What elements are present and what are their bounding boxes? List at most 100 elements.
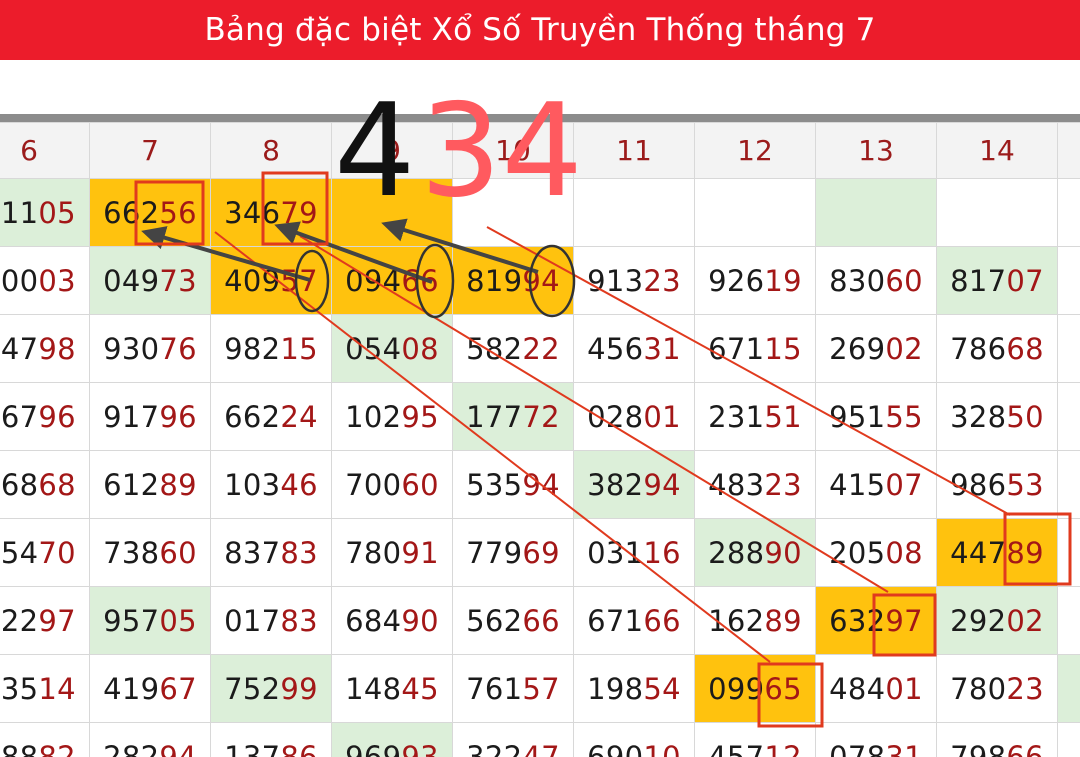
result-cell: 32247 xyxy=(452,722,574,757)
result-cell: 02801 xyxy=(573,382,695,451)
result-tail-digits: 46 xyxy=(280,467,318,502)
page-title: Bảng đặc biệt Xổ Số Truyền Thống tháng 7 xyxy=(204,12,876,48)
col-header-day: 12 xyxy=(694,122,816,179)
result-tail-digits: 12 xyxy=(764,739,802,757)
result-tail-digits: 15 xyxy=(280,331,318,366)
result-head-digits: 254 xyxy=(0,535,39,570)
result-cell: 13786 xyxy=(210,722,332,757)
result-head-digits: 700 xyxy=(345,467,402,502)
result-cell xyxy=(1057,382,1080,451)
result-tail-digits: 65 xyxy=(764,671,802,706)
result-tail-digits: 53 xyxy=(1006,467,1044,502)
result-cell: 12297 xyxy=(0,586,90,655)
result-cell: 96796 xyxy=(0,382,90,451)
result-tail-digits: 90 xyxy=(401,603,439,638)
result-cell: 4 xyxy=(1057,246,1080,315)
result-head-digits: 913 xyxy=(587,263,644,298)
result-head-digits: 982 xyxy=(224,331,281,366)
result-tail-digits: 83 xyxy=(280,603,318,638)
result-cell: 00003 xyxy=(0,246,90,315)
result-tail-digits: 50 xyxy=(1006,399,1044,434)
result-tail-digits: 82 xyxy=(38,739,76,757)
result-head-digits: 917 xyxy=(103,399,160,434)
result-cell: 58222 xyxy=(452,314,574,383)
result-tail-digits: 24 xyxy=(280,399,318,434)
result-cell: 67166 xyxy=(573,586,695,655)
result-tail-digits: 60 xyxy=(159,535,197,570)
result-cell: 81707 xyxy=(936,246,1058,315)
result-tail-digits: 89 xyxy=(764,603,802,638)
result-tail-digits: 47 xyxy=(522,739,560,757)
table-row: 2547073860837837809177969031162889020508… xyxy=(0,518,1080,587)
result-cell: 44789 xyxy=(936,518,1058,587)
result-cell: 81994 xyxy=(452,246,574,315)
result-cell: 96993 xyxy=(331,722,453,757)
result-head-digits: 671 xyxy=(708,331,765,366)
result-tail-digits: 97 xyxy=(885,603,923,638)
result-tail-digits: 66 xyxy=(643,603,681,638)
result-cell: 16289 xyxy=(694,586,816,655)
result-cell: 61289 xyxy=(89,450,211,519)
result-cell: 34679 xyxy=(210,178,332,247)
result-tail-digits: 76 xyxy=(159,331,197,366)
result-cell: 63297 xyxy=(815,586,937,655)
result-cell: 88882 xyxy=(0,722,90,757)
result-head-digits: 612 xyxy=(103,467,160,502)
result-cell: 95705 xyxy=(89,586,211,655)
result-cell xyxy=(1057,722,1080,757)
result-cell: 78668 xyxy=(936,314,1058,383)
result-tail-digits: 66 xyxy=(401,263,439,298)
result-head-digits: 456 xyxy=(587,331,644,366)
result-cell: 93076 xyxy=(89,314,211,383)
result-tail-digits: 51 xyxy=(764,399,802,434)
result-tail-digits: 14 xyxy=(38,671,76,706)
result-cell: 45631 xyxy=(573,314,695,383)
result-head-digits: 231 xyxy=(708,399,765,434)
result-tail-digits: 86 xyxy=(280,739,318,757)
result-cell: 79866 xyxy=(936,722,1058,757)
result-cell: 07831 xyxy=(815,722,937,757)
col-header-day: 8 xyxy=(210,122,332,179)
result-cell: 66256 xyxy=(89,178,211,247)
result-tail-digits: 70 xyxy=(38,535,76,570)
result-head-digits: 054 xyxy=(345,331,402,366)
result-head-digits: 000 xyxy=(0,263,39,298)
result-tail-digits: 08 xyxy=(401,331,439,366)
result-tail-digits: 60 xyxy=(401,467,439,502)
result-cell xyxy=(573,178,695,247)
result-cell: 28890 xyxy=(694,518,816,587)
result-head-digits: 094 xyxy=(345,263,402,298)
result-head-digits: 103 xyxy=(224,467,281,502)
result-cell xyxy=(1057,518,1080,587)
result-tail-digits: 01 xyxy=(643,399,681,434)
result-head-digits: 738 xyxy=(103,535,160,570)
result-tail-digits: 07 xyxy=(1006,263,1044,298)
result-head-digits: 967 xyxy=(0,399,39,434)
result-head-digits: 148 xyxy=(345,671,402,706)
col-header-day: 13 xyxy=(815,122,937,179)
result-cell: 29202 xyxy=(936,586,1058,655)
table-row: 1229795705017836849056266671661628963297… xyxy=(0,586,1080,655)
result-tail-digits: 94 xyxy=(643,467,681,502)
result-head-digits: 409 xyxy=(224,263,281,298)
result-head-digits: 269 xyxy=(829,331,886,366)
result-cell: 76157 xyxy=(452,654,574,723)
result-cell: 83060 xyxy=(815,246,937,315)
result-cell: 0 xyxy=(1057,314,1080,383)
result-cell: 56266 xyxy=(452,586,574,655)
result-tail-digits: 99 xyxy=(280,671,318,706)
result-head-digits: 484 xyxy=(829,671,886,706)
result-cell: 20508 xyxy=(815,518,937,587)
result-head-digits: 798 xyxy=(950,739,1007,757)
result-head-digits: 632 xyxy=(829,603,886,638)
result-head-digits: 957 xyxy=(103,603,160,638)
result-head-digits: 288 xyxy=(708,535,765,570)
result-head-digits: 780 xyxy=(345,535,402,570)
result-head-digits: 671 xyxy=(587,603,644,638)
table-row: 1479893076982150540858222456316711526902… xyxy=(0,314,1080,383)
result-head-digits: 562 xyxy=(466,603,523,638)
result-head-digits: 511 xyxy=(0,195,39,230)
result-head-digits: 328 xyxy=(950,399,1007,434)
result-cell: 51105 xyxy=(0,178,90,247)
result-head-digits: 017 xyxy=(224,603,281,638)
